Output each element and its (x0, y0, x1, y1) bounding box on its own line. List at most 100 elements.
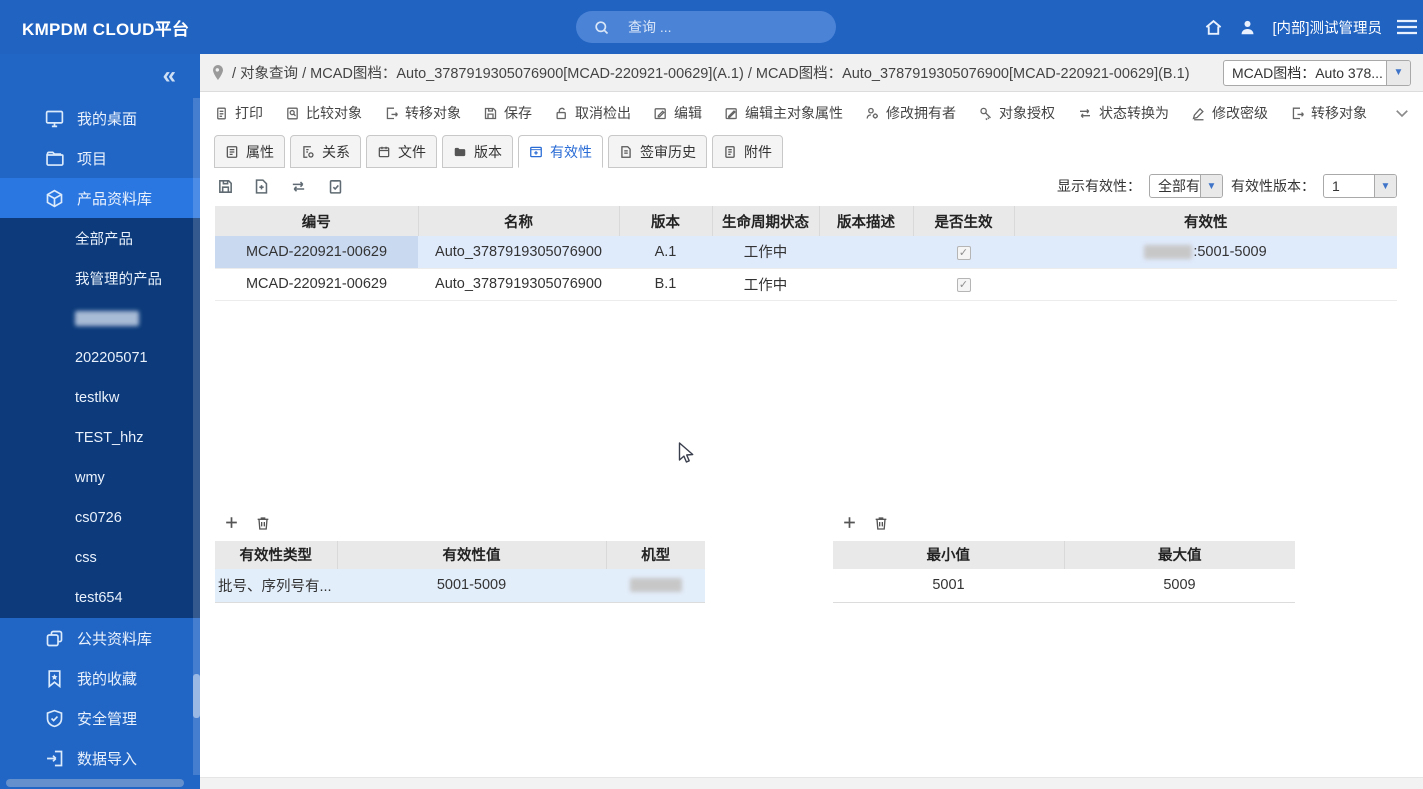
delete-row-button[interactable] (873, 515, 889, 531)
validity-version-dropdown[interactable]: 1 ▼ (1323, 174, 1397, 198)
col-header-lifecycle[interactable]: 生命周期状态 (712, 206, 820, 236)
sidebar-subitem-all-products[interactable]: 全部产品 (0, 218, 200, 258)
change-owner-button[interactable]: 修改拥有者 (865, 103, 956, 123)
search-icon (595, 20, 609, 34)
sidebar-item-label: 我的收藏 (77, 670, 138, 688)
col-header-effective[interactable]: 是否生效 (913, 206, 1015, 236)
col-header-min[interactable]: 最小值 (833, 540, 1065, 569)
sidebar-item-label: 产品资料库 (77, 190, 153, 208)
add-file-icon[interactable] (253, 178, 270, 195)
tab-relations[interactable]: 关系 (290, 135, 361, 168)
sidebar-subitem-wmy[interactable]: wmy (0, 458, 200, 498)
transfer-object-icon (386, 107, 398, 119)
project-icon (46, 151, 64, 166)
tab-validity[interactable]: 有效性 (518, 135, 603, 168)
sidebar-subitem-cs0726[interactable]: cs0726 (0, 498, 200, 538)
versions-validity-table: 编号 名称 版本 生命周期状态 版本描述 是否生效 有效性 MCAD-22092… (215, 206, 1397, 301)
sidebar-subitem-css[interactable]: css (0, 538, 200, 578)
sidebar-item-public-library[interactable]: 公共资料库 (0, 618, 200, 658)
save-button[interactable]: 保存 (483, 103, 532, 123)
tab-attributes[interactable]: 属性 (214, 135, 285, 168)
sidebar-item-label: 安全管理 (77, 710, 138, 728)
tab-attachments[interactable]: 附件 (712, 135, 783, 168)
compare-object-icon (287, 107, 298, 119)
dropdown-arrow-icon[interactable]: ▼ (1374, 175, 1396, 197)
delete-row-button[interactable] (255, 515, 271, 531)
tab-versions[interactable]: 版本 (442, 135, 513, 168)
validity-toolbar: 显示有效性： 全部有... ▼ 有效性版本： 1 ▼ (200, 168, 1423, 204)
security-icon (46, 709, 63, 727)
transfer-object-button-2[interactable]: 转移对象 (1290, 103, 1367, 123)
sidebar: « 我的桌面 项目 产品资料库 全部产品 我管理的产品 202205071 te… (0, 54, 200, 789)
redacted-text (1144, 244, 1193, 259)
cancel-checkout-button[interactable]: 取消检出 (554, 103, 631, 123)
col-header-version[interactable]: 版本 (619, 206, 713, 236)
sidebar-subitem-redacted[interactable] (0, 298, 200, 338)
application-window: KMPDM CLOUD平台 查询 ... [内部]测试管理员 « 我的桌面 项目… (0, 0, 1423, 789)
sidebar-item-favorites[interactable]: 我的收藏 (0, 658, 200, 698)
col-header-version-desc[interactable]: 版本描述 (819, 206, 914, 236)
dropdown-arrow-icon[interactable]: ▼ (1200, 175, 1222, 197)
sidebar-item-product-library[interactable]: 产品资料库 (0, 178, 200, 218)
table-row[interactable]: MCAD-220921-00629 Auto_3787919305076900 … (215, 268, 1397, 301)
effective-checkbox-checked[interactable]: ✓ (956, 278, 971, 292)
save-icon[interactable] (217, 178, 234, 195)
col-header-name[interactable]: 名称 (418, 206, 620, 236)
product-library-submenu: 全部产品 我管理的产品 202205071 testlkw TEST_hhz w… (0, 218, 200, 618)
sidebar-item-projects[interactable]: 项目 (0, 138, 200, 178)
toolbar-more-button[interactable] (1393, 104, 1411, 122)
chevron-down-icon (1396, 110, 1408, 118)
swap-icon[interactable] (289, 178, 308, 195)
sidebar-item-my-desktop[interactable]: 我的桌面 (0, 98, 200, 138)
sidebar-subitem-test654[interactable]: test654 (0, 578, 200, 618)
sidebar-subitem-my-managed-products[interactable]: 我管理的产品 (0, 258, 200, 298)
transfer-object-button[interactable]: 转移对象 (384, 103, 461, 123)
print-button[interactable]: 打印 (214, 103, 263, 123)
sidebar-horizontal-scrollbar[interactable] (6, 779, 184, 787)
menu-icon[interactable] (1397, 19, 1417, 35)
effective-checkbox-checked[interactable]: ✓ (956, 245, 971, 260)
sidebar-collapse-button[interactable]: « (0, 54, 200, 98)
sidebar-subitem-202205071[interactable]: 202205071 (0, 338, 200, 378)
edit-button[interactable]: 编辑 (653, 103, 702, 123)
sidebar-item-label: 我的桌面 (77, 110, 138, 128)
col-header-validity-value[interactable]: 有效性值 (337, 540, 607, 569)
sidebar-vertical-scrollbar-thumb[interactable] (193, 674, 200, 718)
sidebar-item-label: 项目 (77, 150, 108, 168)
tab-review-history[interactable]: 签审历史 (608, 135, 707, 168)
show-validity-label: 显示有效性： (1057, 178, 1141, 194)
sidebar-subitem-test-hhz[interactable]: TEST_hhz (0, 418, 200, 458)
col-header-code[interactable]: 编号 (215, 206, 419, 236)
range-panel: 最小值 最大值 5001 5009 (833, 508, 1295, 603)
sidebar-subitem-testlkw[interactable]: testlkw (0, 378, 200, 418)
object-selector-dropdown[interactable]: MCAD图档：Auto 378... ▼ (1223, 59, 1411, 86)
validity-type-panel: 有效性类型 有效性值 机型 批号、序列号有... 5001-5009 (215, 508, 705, 603)
user-icon[interactable] (1238, 18, 1257, 37)
col-header-model[interactable]: 机型 (606, 540, 705, 569)
global-search-input[interactable]: 查询 ... (576, 11, 836, 43)
tab-files[interactable]: 文件 (366, 135, 437, 168)
table-row[interactable]: 5001 5009 (833, 568, 1295, 603)
content-horizontal-scrollbar[interactable] (200, 777, 1423, 789)
col-header-validity[interactable]: 有效性 (1014, 206, 1397, 236)
object-authorize-button[interactable]: 对象授权 (978, 103, 1055, 123)
edit-main-attrs-button[interactable]: 编辑主对象属性 (724, 103, 843, 123)
sidebar-item-security[interactable]: 安全管理 (0, 698, 200, 738)
home-icon[interactable] (1204, 18, 1223, 37)
versions-icon (454, 147, 466, 156)
table-row-selected[interactable]: 批号、序列号有... 5001-5009 (215, 568, 705, 603)
add-row-button[interactable] (223, 514, 240, 531)
change-secret-level-button[interactable]: 修改密级 (1191, 103, 1268, 123)
compare-object-button[interactable]: 比较对象 (285, 103, 362, 123)
checklist-icon[interactable] (327, 178, 344, 195)
table-row-selected[interactable]: MCAD-220921-00629 Auto_3787919305076900 … (215, 236, 1397, 269)
state-transition-button[interactable]: 状态转换为 (1077, 103, 1169, 123)
show-validity-dropdown[interactable]: 全部有... ▼ (1149, 174, 1223, 198)
col-header-validity-type[interactable]: 有效性类型 (215, 540, 338, 569)
attachments-icon (725, 145, 735, 158)
dropdown-arrow-icon[interactable]: ▼ (1386, 60, 1410, 85)
add-row-button[interactable] (841, 514, 858, 531)
relations-icon (303, 145, 314, 158)
col-header-max[interactable]: 最大值 (1064, 540, 1295, 569)
sidebar-item-data-import[interactable]: 数据导入 (0, 738, 200, 778)
